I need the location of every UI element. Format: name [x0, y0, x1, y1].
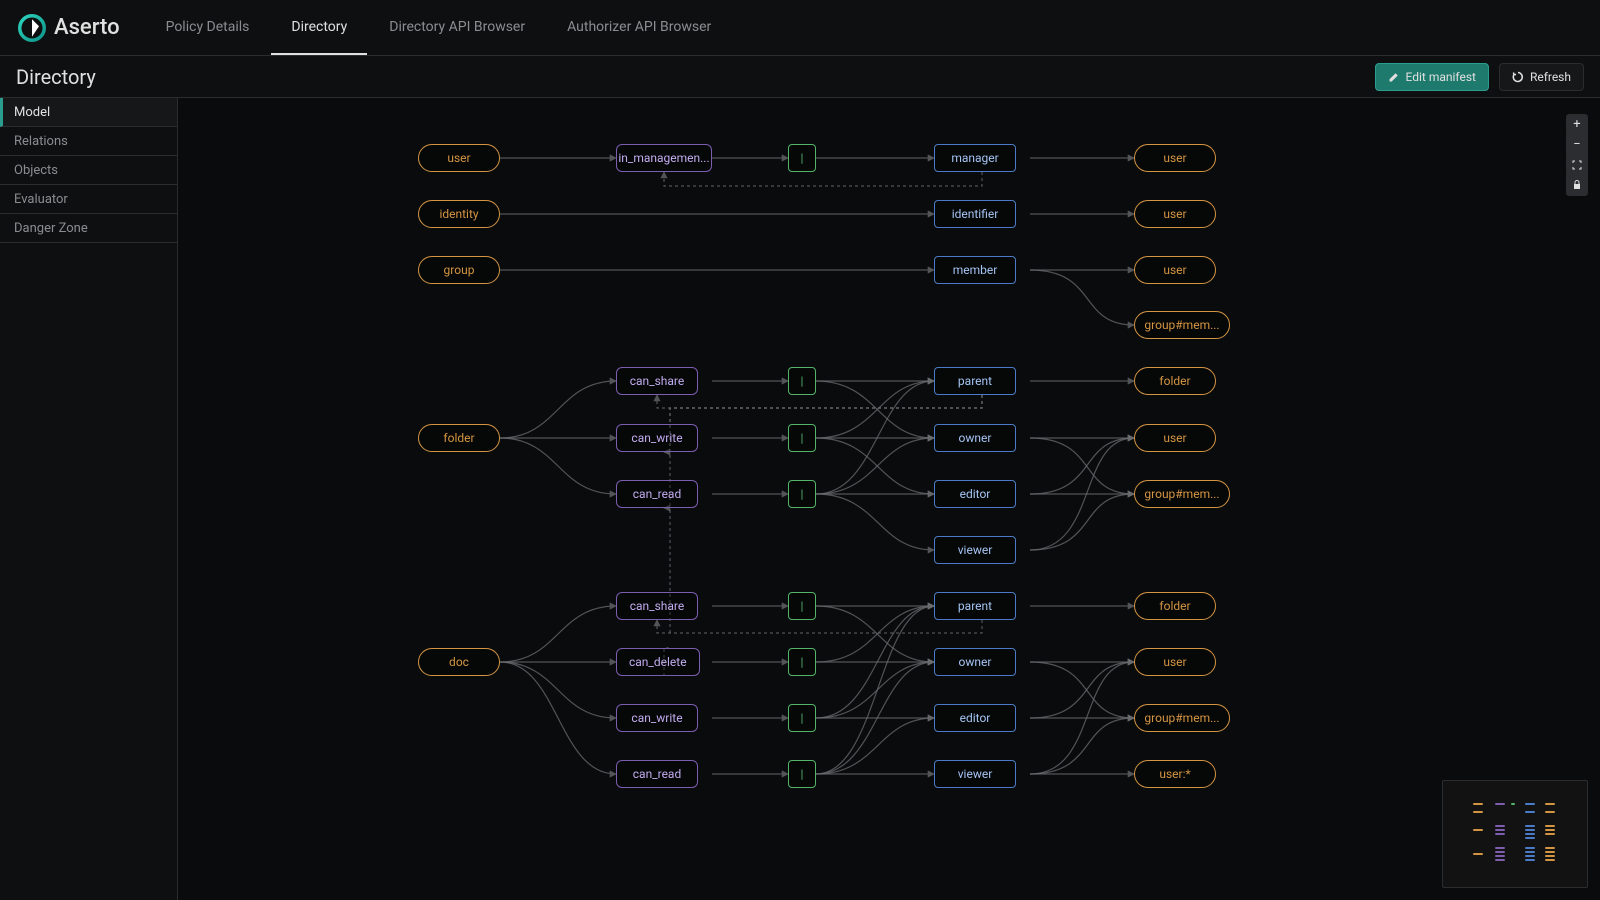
node-identity-object[interactable]: identity: [418, 200, 500, 228]
node-or-op-6[interactable]: |: [788, 648, 816, 676]
node-folder-can-write[interactable]: can_write: [616, 424, 698, 452]
node-folder-editor[interactable]: editor: [934, 480, 1016, 508]
node-doc-can-write[interactable]: can_write: [616, 704, 698, 732]
node-folder-object[interactable]: folder: [418, 424, 500, 452]
top-nav: Aserto Policy Details Directory Director…: [0, 0, 1600, 56]
node-doc-can-delete[interactable]: can_delete: [616, 648, 700, 676]
node-user-subject-1[interactable]: user: [1134, 144, 1216, 172]
sidebar: Model Relations Objects Evaluator Danger…: [0, 98, 178, 900]
node-folder-subject-1[interactable]: folder: [1134, 367, 1216, 395]
node-folder-parent[interactable]: parent: [934, 367, 1016, 395]
node-doc-viewer[interactable]: viewer: [934, 760, 1016, 788]
node-or-op-5[interactable]: |: [788, 592, 816, 620]
node-or-op-3[interactable]: |: [788, 424, 816, 452]
node-doc-parent[interactable]: parent: [934, 592, 1016, 620]
node-manager-rel[interactable]: manager: [934, 144, 1016, 172]
sidebar-item-objects[interactable]: Objects: [0, 156, 177, 185]
node-doc-can-share[interactable]: can_share: [616, 592, 698, 620]
minimap[interactable]: [1442, 780, 1588, 888]
node-group-object[interactable]: group: [418, 256, 500, 284]
node-member-rel[interactable]: member: [934, 256, 1016, 284]
edges-layer: [178, 98, 1600, 900]
tab-policy-details[interactable]: Policy Details: [146, 0, 270, 55]
sidebar-item-model[interactable]: Model: [0, 98, 177, 127]
node-doc-object[interactable]: doc: [418, 648, 500, 676]
refresh-button[interactable]: Refresh: [1499, 63, 1584, 91]
sidebar-item-danger-zone[interactable]: Danger Zone: [0, 214, 177, 243]
node-or-op-7[interactable]: |: [788, 704, 816, 732]
node-group-member-subject-2[interactable]: group#mem...: [1134, 480, 1230, 508]
header-actions: Edit manifest Refresh: [1375, 63, 1584, 91]
node-or-op-4[interactable]: |: [788, 480, 816, 508]
brand: Aserto: [18, 14, 120, 42]
node-identifier-rel[interactable]: identifier: [934, 200, 1016, 228]
node-group-member-subject-1[interactable]: group#mem...: [1134, 311, 1230, 339]
top-nav-tabs: Policy Details Directory Directory API B…: [146, 0, 732, 55]
node-folder-owner[interactable]: owner: [934, 424, 1016, 452]
node-folder-can-share[interactable]: can_share: [616, 367, 698, 395]
logo-icon: [18, 14, 46, 42]
node-or-op-8[interactable]: |: [788, 760, 816, 788]
sidebar-item-evaluator[interactable]: Evaluator: [0, 185, 177, 214]
refresh-icon: [1512, 71, 1524, 83]
edit-manifest-button[interactable]: Edit manifest: [1375, 63, 1489, 91]
zoom-in-button[interactable]: +: [1567, 115, 1587, 135]
tab-authorizer-api[interactable]: Authorizer API Browser: [547, 0, 731, 55]
zoom-controls: + −: [1566, 114, 1588, 196]
node-user-subject-4[interactable]: user: [1134, 424, 1216, 452]
brand-text: Aserto: [54, 15, 120, 40]
node-user-star-subject[interactable]: user:*: [1134, 760, 1216, 788]
page-header: Directory Edit manifest Refresh: [0, 56, 1600, 98]
zoom-lock-button[interactable]: [1567, 175, 1587, 195]
expand-icon: [1572, 160, 1582, 170]
node-group-member-subject-3[interactable]: group#mem...: [1134, 704, 1230, 732]
body: Model Relations Objects Evaluator Danger…: [0, 98, 1600, 900]
edit-manifest-label: Edit manifest: [1406, 70, 1476, 84]
zoom-fit-button[interactable]: [1567, 155, 1587, 175]
node-or-op-1[interactable]: |: [788, 144, 816, 172]
node-user-subject-2[interactable]: user: [1134, 200, 1216, 228]
node-or-op-2[interactable]: |: [788, 367, 816, 395]
lock-icon: [1572, 180, 1582, 190]
tab-directory-api[interactable]: Directory API Browser: [369, 0, 545, 55]
node-folder-viewer[interactable]: viewer: [934, 536, 1016, 564]
node-user-subject-3[interactable]: user: [1134, 256, 1216, 284]
refresh-label: Refresh: [1530, 70, 1571, 84]
sidebar-item-relations[interactable]: Relations: [0, 127, 177, 156]
graph-canvas[interactable]: user in_managemen... | manager user iden…: [178, 98, 1600, 900]
node-user-subject-5[interactable]: user: [1134, 648, 1216, 676]
tab-directory[interactable]: Directory: [271, 0, 367, 55]
node-doc-owner[interactable]: owner: [934, 648, 1016, 676]
node-doc-editor[interactable]: editor: [934, 704, 1016, 732]
node-folder-subject-2[interactable]: folder: [1134, 592, 1216, 620]
node-user-object[interactable]: user: [418, 144, 500, 172]
page-title: Directory: [16, 65, 96, 89]
zoom-out-button[interactable]: −: [1567, 135, 1587, 155]
node-in-management-perm[interactable]: in_managemen...: [616, 144, 712, 172]
node-folder-can-read[interactable]: can_read: [616, 480, 698, 508]
node-doc-can-read[interactable]: can_read: [616, 760, 698, 788]
pencil-icon: [1388, 71, 1400, 83]
